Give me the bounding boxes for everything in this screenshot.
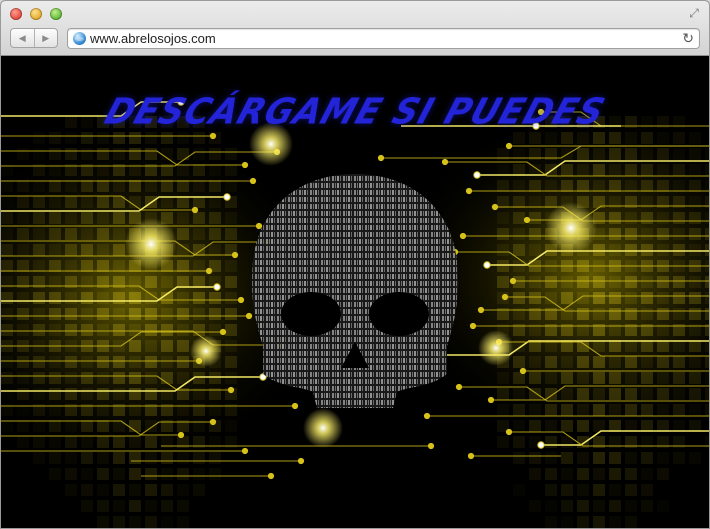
skull-left-eye bbox=[281, 292, 341, 336]
address-bar-url[interactable]: www.abrelosojos.com bbox=[90, 31, 216, 47]
reload-icon[interactable]: ↻ bbox=[682, 30, 694, 47]
forward-arrow-icon: ▶ bbox=[42, 32, 50, 43]
skull-graphic bbox=[251, 174, 459, 408]
back-button[interactable]: ◀ bbox=[11, 29, 35, 47]
maximize-window-button[interactable] bbox=[50, 8, 62, 20]
back-arrow-icon: ◀ bbox=[18, 32, 26, 43]
browser-window: ⤢ ◀ ▶ www.abrelosojos.com ↻ DESCÁRGAME S… bbox=[0, 0, 710, 529]
globe-icon bbox=[73, 32, 86, 45]
address-bar[interactable]: www.abrelosojos.com ↻ bbox=[67, 28, 700, 49]
browser-toolbar: ⤢ ◀ ▶ www.abrelosojos.com ↻ bbox=[1, 1, 709, 56]
page-headline: DESCÁRGAME SI PUEDES bbox=[99, 91, 611, 133]
minimize-window-button[interactable] bbox=[30, 8, 42, 20]
fullscreen-icon[interactable]: ⤢ bbox=[687, 6, 701, 20]
web-page-content: DESCÁRGAME SI PUEDES bbox=[1, 56, 709, 528]
forward-button[interactable]: ▶ bbox=[35, 29, 58, 47]
history-navigation: ◀ ▶ bbox=[10, 28, 58, 48]
skull-right-eye bbox=[369, 292, 429, 336]
close-window-button[interactable] bbox=[10, 8, 22, 20]
